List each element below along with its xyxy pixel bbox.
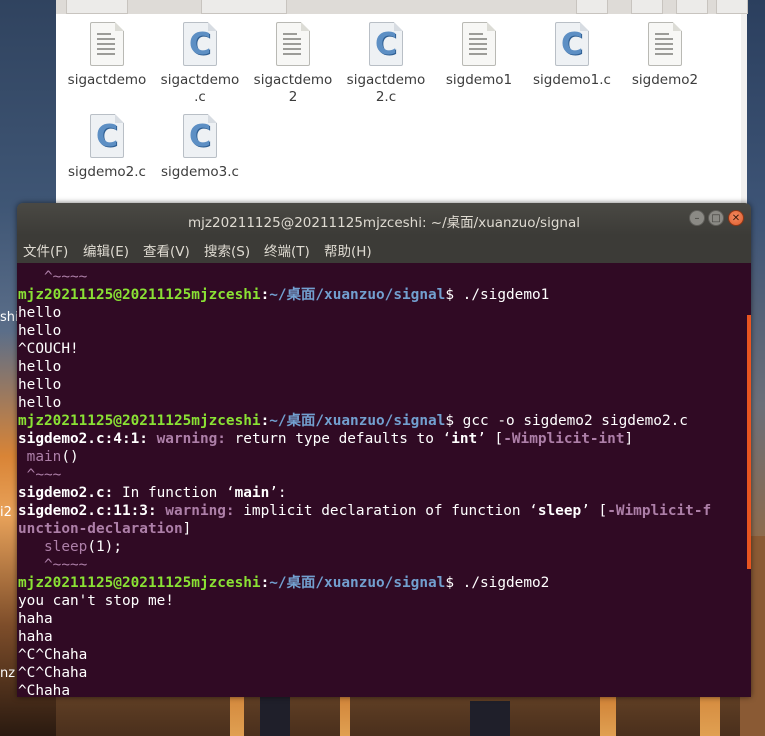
view-button[interactable] (631, 0, 663, 14)
file-name: sigdemo2.c (68, 164, 146, 180)
file-item[interactable]: C sigdemo3.c (154, 114, 246, 181)
path-button[interactable] (66, 0, 128, 14)
file-manager-toolbar (56, 0, 748, 14)
terminal-line: ^Chaha (18, 683, 70, 697)
file-item[interactable]: C sigdemo2.c (61, 114, 153, 181)
close-button[interactable] (716, 0, 748, 14)
terminal-line: hello (18, 323, 62, 339)
terminal-source-line: main() (26, 449, 79, 465)
file-item[interactable]: sigactdemo (61, 22, 153, 89)
terminal-menubar: 文件(F) 编辑(E) 查看(V) 搜索(S) 终端(T) 帮助(H) (17, 235, 751, 263)
menu-view[interactable]: 查看(V) (143, 240, 190, 260)
terminal-screen[interactable]: ^~~~~ mjz20211125@20211125mjzceshi:~/桌面/… (17, 263, 751, 697)
document-icon (276, 22, 310, 66)
terminal-line: haha (18, 629, 53, 645)
menu-terminal[interactable]: 终端(T) (264, 240, 310, 260)
file-name: sigactdemo (67, 72, 147, 88)
menu-help[interactable]: 帮助(H) (324, 240, 372, 260)
file-manager-window: sigactdemo C sigactdemo .c sigactdemo 2 C … (56, 0, 748, 205)
document-icon (462, 22, 496, 66)
terminal-line: hello (18, 395, 62, 411)
terminal-prompt-line: mjz20211125@20211125mjzceshi:~/桌面/xuanzu… (18, 413, 688, 429)
terminal-line: sigdemo2.c: In function ‘main’: (18, 485, 287, 501)
terminal-line: haha (18, 611, 53, 627)
document-icon (648, 22, 682, 66)
terminal-line: you can't stop me! (18, 593, 174, 609)
c-source-icon: C (183, 22, 217, 66)
terminal-source-line: sleep(1); (44, 539, 122, 555)
terminal-line: ^~~~~ (18, 269, 88, 285)
terminal-prompt-line: mjz20211125@20211125mjzceshi:~/桌面/xuanzu… (18, 575, 550, 591)
view-button[interactable] (576, 0, 608, 14)
building (260, 696, 290, 736)
maximize-button[interactable]: □ (708, 210, 724, 226)
close-button[interactable]: ✕ (728, 210, 744, 226)
path-button[interactable] (201, 0, 287, 14)
terminal-line: hello (18, 359, 62, 375)
terminal-warning-line: sigdemo2.c:11:3: warning: implicit decla… (18, 503, 712, 519)
terminal-line: unction-declaration] (18, 521, 192, 537)
file-name: sigactdemo 2.c (346, 72, 426, 105)
terminal-line: ^C^Chaha (18, 647, 88, 663)
terminal-warning-line: sigdemo2.c:4:1: warning: return type def… (18, 431, 634, 447)
file-name: sigdemo2 (631, 72, 699, 88)
c-source-icon: C (90, 114, 124, 158)
c-source-icon: C (369, 22, 403, 66)
menu-file[interactable]: 文件(F) (23, 240, 68, 260)
file-item[interactable]: C sigactdemo .c (154, 22, 246, 106)
terminal-window: mjz20211125@20211125mjzceshi: ~/桌面/xuanz… (17, 203, 751, 697)
terminal-line: ^C^Chaha (18, 665, 88, 681)
menu-edit[interactable]: 编辑(E) (83, 240, 129, 260)
building (470, 701, 510, 736)
window-title: mjz20211125@20211125mjzceshi: ~/桌面/xuanz… (188, 215, 580, 231)
file-item[interactable]: sigactdemo 2 (247, 22, 339, 106)
c-source-icon: C (183, 114, 217, 158)
c-source-icon: C (555, 22, 589, 66)
file-name: sigactdemo 2 (253, 72, 333, 105)
file-item[interactable]: C sigactdemo 2.c (340, 22, 432, 106)
file-name: sigdemo3.c (161, 164, 239, 180)
file-item[interactable]: sigdemo1 (433, 22, 525, 89)
file-name: sigactdemo .c (160, 72, 240, 105)
file-name: sigdemo1 (445, 72, 513, 88)
document-icon (90, 22, 124, 66)
menu-button[interactable] (676, 0, 708, 14)
menu-search[interactable]: 搜索(S) (204, 240, 250, 260)
file-item[interactable]: sigdemo2 (619, 22, 711, 89)
terminal-line: ^COUCH! (18, 341, 79, 357)
terminal-caret-line: ^~~~~ (18, 557, 88, 573)
terminal-line: hello (18, 377, 62, 393)
file-grid: sigactdemo C sigactdemo .c sigactdemo 2 C … (56, 14, 747, 205)
terminal-prompt-line: mjz20211125@20211125mjzceshi:~/桌面/xuanzu… (18, 287, 550, 303)
terminal-line: hello (18, 305, 62, 321)
terminal-scrollbar[interactable] (747, 315, 751, 569)
minimize-button[interactable]: – (689, 210, 705, 226)
file-manager-scrollbar[interactable] (741, 14, 747, 205)
file-item[interactable]: C sigdemo1.c (526, 22, 618, 89)
terminal-caret-line: ^~~~ (18, 467, 62, 483)
terminal-titlebar[interactable]: mjz20211125@20211125mjzceshi: ~/桌面/xuanz… (17, 203, 751, 235)
file-name: sigdemo1.c (533, 72, 611, 88)
